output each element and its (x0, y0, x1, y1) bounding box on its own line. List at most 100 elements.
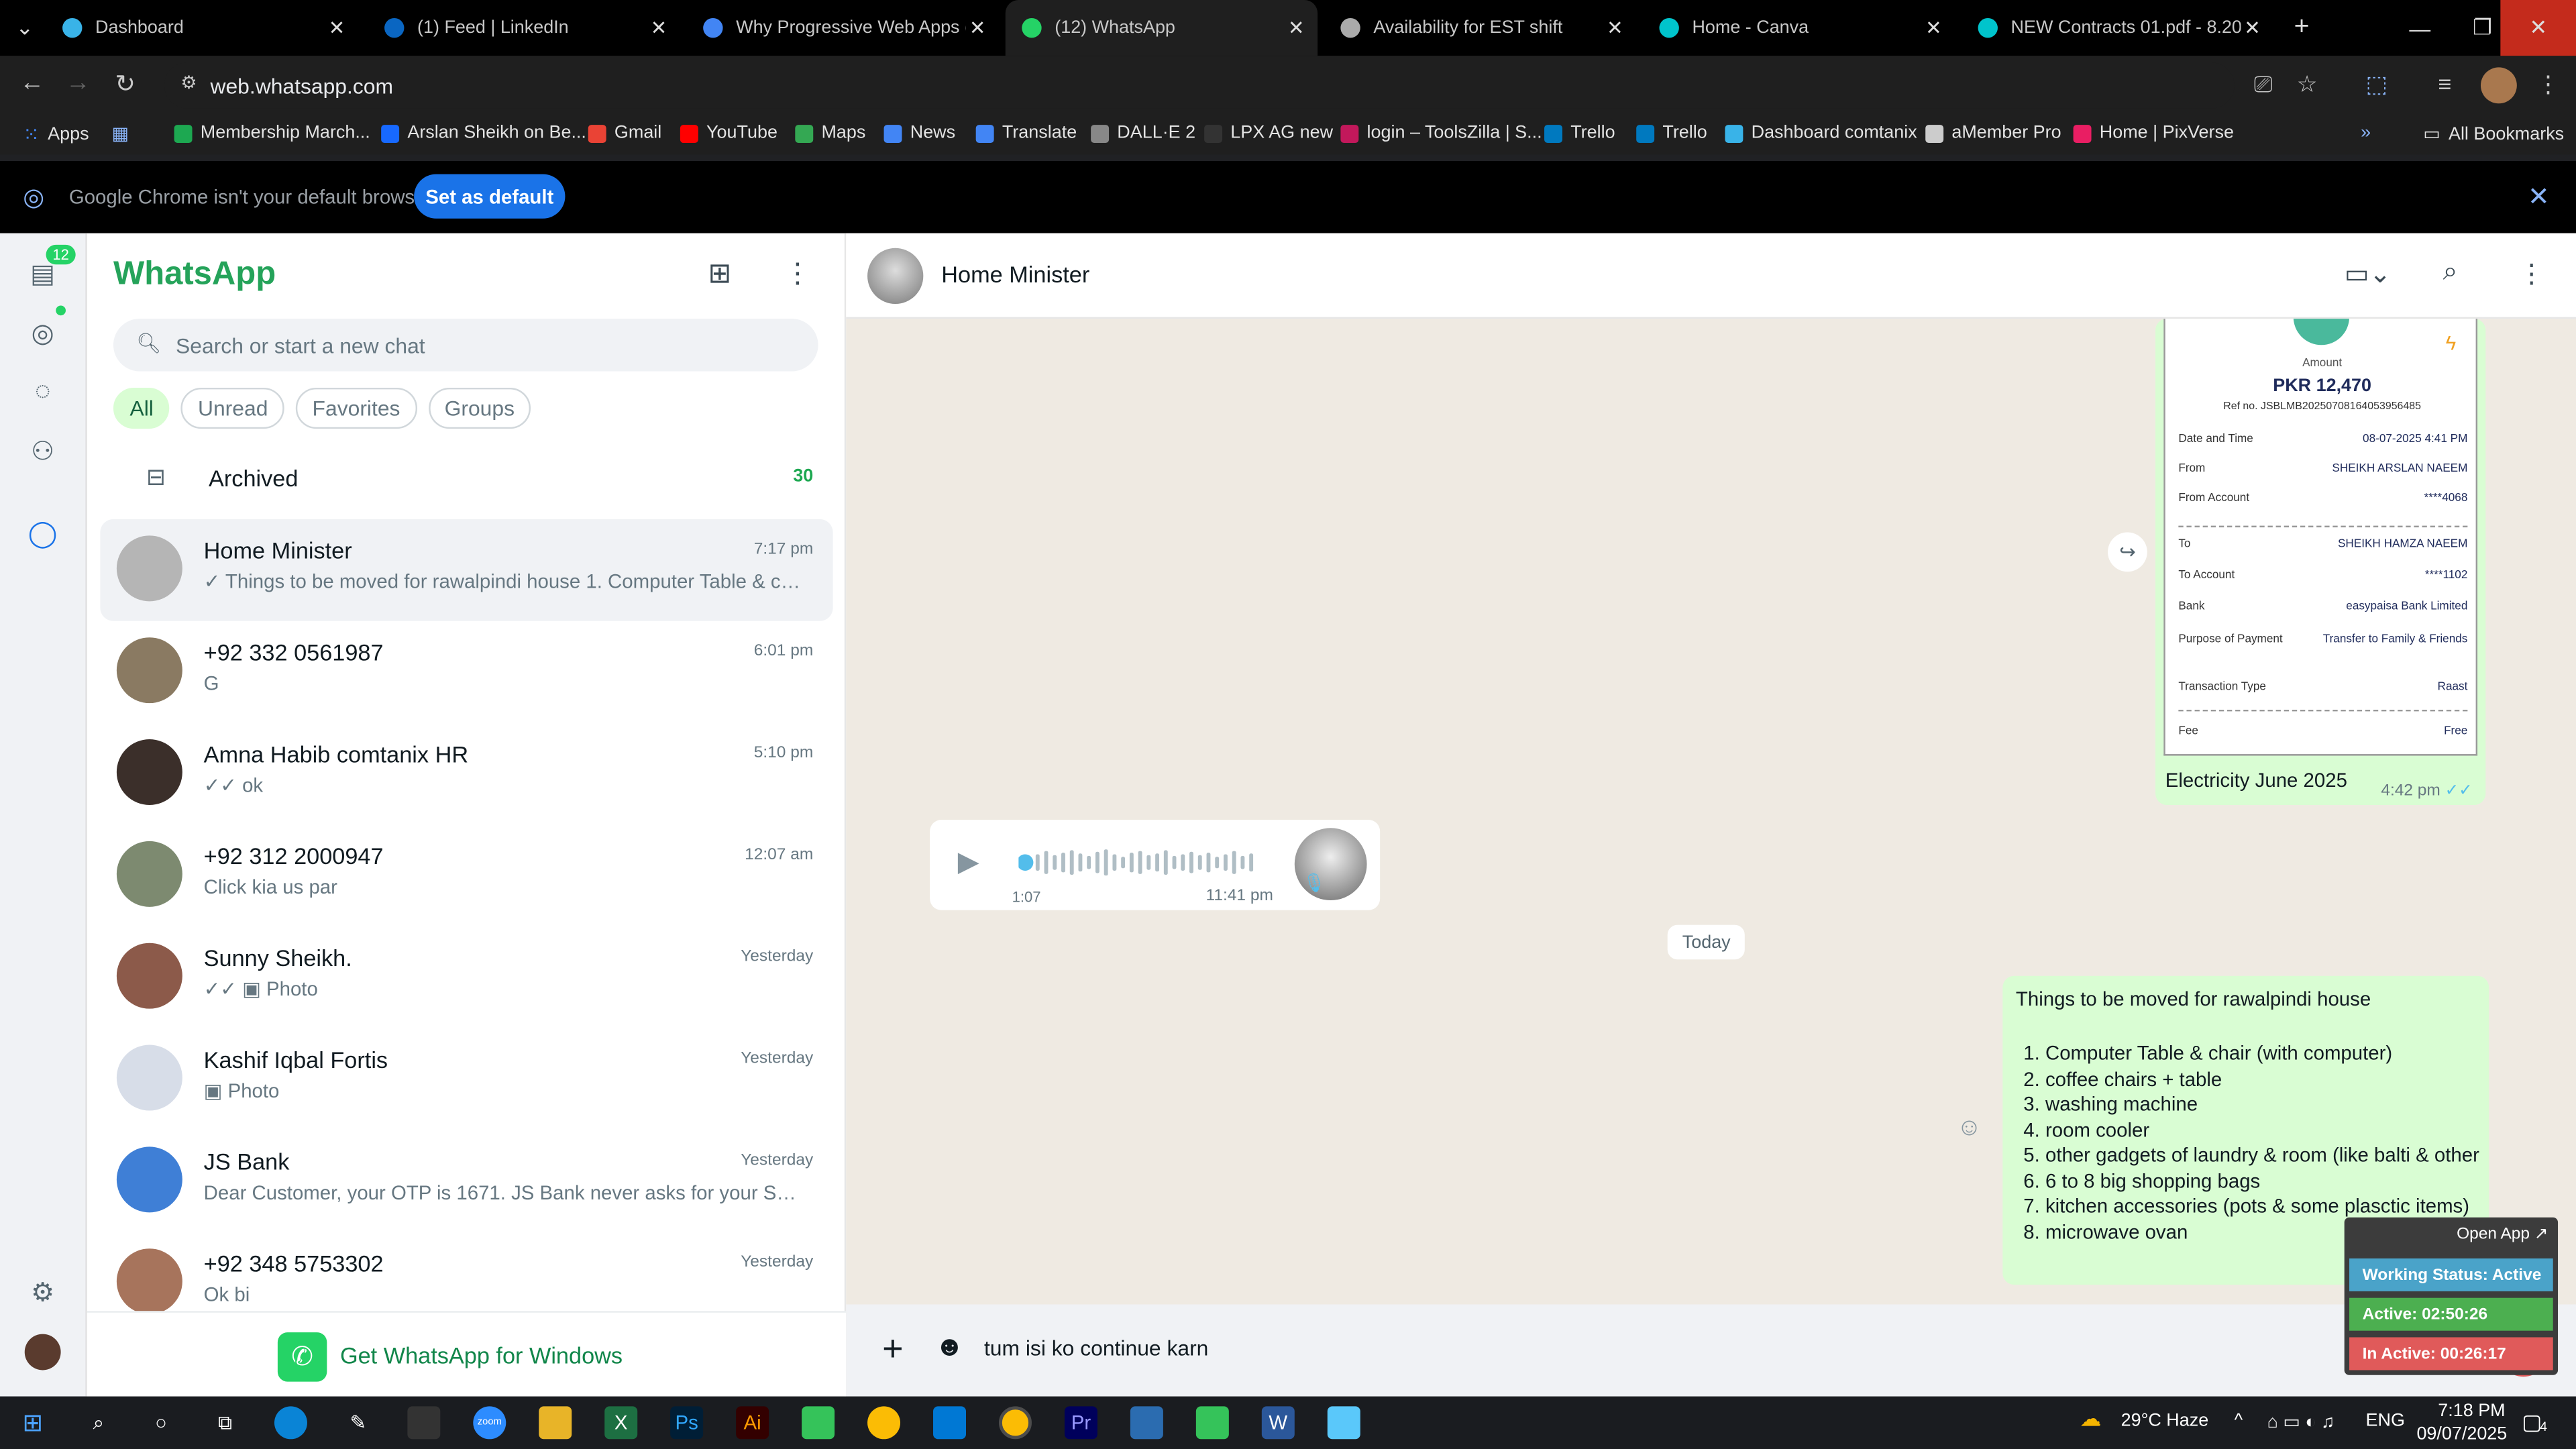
browser-tab[interactable]: (1) Feed | LinkedIn ✕ (368, 0, 680, 56)
bookmark-item[interactable]: Membership March... (174, 123, 370, 143)
search-icon[interactable]: ⌕ (82, 1406, 115, 1439)
browser-menu-icon[interactable]: ⋮ (2536, 70, 2559, 99)
word-icon[interactable]: W (1261, 1406, 1295, 1440)
all-bookmarks[interactable]: ▭ All Bookmarks (2423, 123, 2564, 145)
contact-avatar[interactable] (867, 248, 924, 305)
cortana-icon[interactable]: ○ (145, 1406, 178, 1439)
excel-icon[interactable]: X (604, 1406, 638, 1440)
close-tab-icon[interactable]: ✕ (969, 16, 986, 39)
meta-ai-icon[interactable]: ◯ (25, 516, 61, 552)
browser-tab[interactable]: (12) WhatsApp ✕ (1005, 0, 1318, 56)
bookmark-item[interactable]: Arslan Sheikh on Be... (381, 123, 586, 143)
chrome-active-icon[interactable] (998, 1406, 1032, 1440)
bookmark-item[interactable]: aMember Pro (1925, 123, 2061, 143)
chat-row[interactable]: Sunny Sheikh. Yesterday ✓✓ ▣ Photo (100, 926, 833, 1028)
tab-groups-icon[interactable]: ▦ (112, 123, 129, 144)
communities-icon[interactable]: ⚇ (25, 434, 61, 470)
pen-icon[interactable]: ✎ (341, 1406, 374, 1439)
app-icon-4[interactable] (1327, 1406, 1360, 1440)
search-input[interactable]: 🔍︎ Search or start a new chat (113, 319, 818, 372)
close-window-button[interactable]: ✕ (2500, 0, 2576, 56)
voice-message[interactable]: ▶ 1:07 11:41 pm 🎙︎ (930, 820, 1381, 910)
chat-row[interactable]: +92 332 0561987 6:01 pm G (100, 621, 833, 723)
chat-row[interactable]: +92 312 2000947 12:07 am Click kia us par (100, 824, 833, 926)
get-app-banner[interactable]: ✆ Get WhatsApp for Windows (87, 1311, 847, 1397)
conversation-header[interactable]: Home Minister ▭⌄ ⌕ ⋮ (846, 233, 2576, 319)
close-tab-icon[interactable]: ✕ (1288, 16, 1305, 39)
bookmark-item[interactable]: Dashboard comtanix (1725, 123, 1917, 143)
windows-start-icon[interactable]: ⊞ (16, 1406, 49, 1439)
forward-icon[interactable]: ↪ (2108, 532, 2147, 572)
extensions-icon[interactable]: ⬚ (2366, 70, 2387, 99)
bookmark-item[interactable]: DALL·E 2 (1091, 123, 1195, 143)
close-tab-icon[interactable]: ✕ (329, 16, 345, 39)
language[interactable]: ENG (2366, 1411, 2405, 1431)
browser-tab[interactable]: Availability for EST shift ✕ (1324, 0, 1636, 56)
edge-icon[interactable] (274, 1406, 307, 1440)
weather-icon[interactable]: ☁ (2080, 1406, 2101, 1432)
attach-icon[interactable]: + (882, 1328, 903, 1371)
video-call-icon[interactable]: ▭⌄ (2345, 258, 2392, 290)
chat-row[interactable]: JS Bank Yesterday Dear Customer, your OTP … (100, 1130, 833, 1232)
clock-date[interactable]: 09/07/2025 (2416, 1424, 2507, 1444)
close-tab-icon[interactable]: ✕ (651, 16, 667, 39)
bookmark-item[interactable]: Gmail (588, 123, 661, 143)
chat-row[interactable]: Kashif Iqbal Fortis Yesterday ▣ Photo (100, 1028, 833, 1130)
notification-icon[interactable]: ▢ (2522, 1409, 2542, 1436)
bookmark-item[interactable]: Trello (1636, 123, 1707, 143)
profile-avatar[interactable] (24, 1334, 61, 1371)
reading-list-icon[interactable]: ≡ (2438, 70, 2451, 97)
bookmark-item[interactable]: Translate (975, 123, 1077, 143)
close-tab-icon[interactable]: ✕ (2244, 16, 2261, 39)
app-icon-3[interactable] (1195, 1406, 1229, 1440)
bookmark-item[interactable]: LPX AG new (1204, 123, 1333, 143)
bookmark-star-icon[interactable]: ☆ (2297, 70, 2318, 99)
archived-row[interactable]: ⊟ Archived 30 (87, 450, 846, 506)
browser-tab[interactable]: Why Progressive Web Apps (PW✕ (687, 0, 999, 56)
sticker-icon[interactable]: ☻ (934, 1331, 964, 1364)
back-icon[interactable]: ← (19, 69, 44, 97)
new-tab-button[interactable]: + (2264, 0, 2340, 56)
image-message[interactable]: ϟ Amount PKR 12,470 Ref no. JSBLMB202507… (2155, 319, 2486, 806)
more-bookmarks-icon[interactable]: » (2361, 123, 2371, 143)
menu-icon[interactable]: ⋮ (2518, 258, 2544, 290)
browser-tab[interactable]: NEW Contracts 01.pdf - 8.208 ✕ (1962, 0, 2273, 56)
browser-tab[interactable]: Home - Canva ✕ (1643, 0, 1955, 56)
vscode-icon[interactable] (933, 1406, 967, 1440)
premiere-icon[interactable]: Pr (1064, 1406, 1097, 1440)
site-info-icon[interactable]: ⚙ (180, 72, 197, 93)
new-chat-icon[interactable]: ⊞ (708, 258, 732, 290)
channels-icon[interactable]: ◌ (25, 374, 61, 411)
filter-chip-favorites[interactable]: Favorites (296, 387, 417, 429)
browser-tab[interactable]: Dashboard ✕ (46, 0, 358, 56)
filter-chip-groups[interactable]: Groups (428, 387, 531, 429)
zoom-icon[interactable]: zoom (473, 1406, 506, 1440)
open-app-link[interactable]: Open App ↗ (2457, 1226, 2548, 1244)
app-icon[interactable] (802, 1406, 835, 1440)
bookmark-apps[interactable]: ⁙ Apps (23, 123, 89, 146)
photoshop-icon[interactable]: Ps (670, 1406, 704, 1440)
tray-icons[interactable]: ⌂ ▭ ◐ ♫ (2267, 1411, 2335, 1432)
message-input[interactable]: tum isi ko continue karn (984, 1336, 1208, 1360)
close-tab-icon[interactable]: ✕ (1925, 16, 1942, 39)
profile-avatar[interactable] (2480, 67, 2517, 104)
terminal-icon[interactable] (407, 1406, 441, 1440)
search-icon[interactable]: ⌕ (2443, 258, 2458, 287)
task-view-icon[interactable]: ⧉ (209, 1406, 241, 1439)
reload-icon[interactable]: ↻ (115, 69, 136, 99)
illustrator-icon[interactable]: Ai (736, 1406, 769, 1440)
weather-text[interactable]: 29°C Haze (2121, 1411, 2209, 1431)
file-explorer-icon[interactable] (539, 1406, 572, 1440)
close-tab-icon[interactable]: ✕ (1607, 16, 1623, 39)
app-icon-2[interactable] (1130, 1406, 1163, 1440)
bookmark-item[interactable]: Home | PixVerse (2073, 123, 2234, 143)
close-banner-icon[interactable]: ✕ (2528, 180, 2550, 213)
contact-name[interactable]: Home Minister (941, 261, 1089, 287)
playhead[interactable] (1018, 854, 1034, 871)
chat-row[interactable]: Amna Habib comtanix HR 5:10 pm ✓✓ ok (100, 723, 833, 825)
menu-icon[interactable]: ⋮ (784, 258, 812, 290)
bookmark-item[interactable]: Maps (795, 123, 865, 143)
bookmark-item[interactable]: YouTube (680, 123, 777, 143)
bookmark-item[interactable]: login – ToolsZilla | S... (1340, 123, 1542, 143)
react-emoji-icon[interactable]: ☺ (1957, 1114, 1982, 1142)
